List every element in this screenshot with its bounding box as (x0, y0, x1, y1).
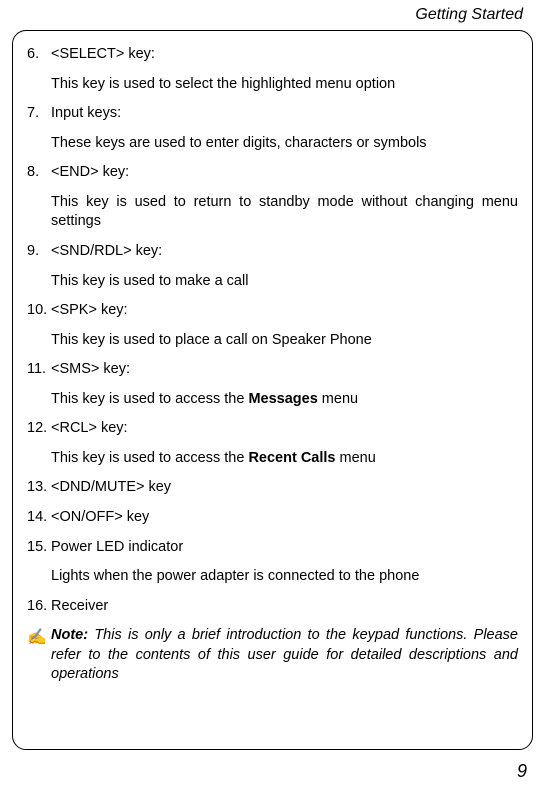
item-description: This key is used to place a call on Spea… (27, 331, 518, 351)
item-title: Power LED indicator (51, 538, 183, 558)
write-icon: ✍ (27, 626, 51, 647)
list-item: 8.<END> key: (27, 163, 518, 183)
note-label: Note: (51, 627, 88, 643)
item-number: 8. (27, 163, 51, 183)
content-frame: 6.<SELECT> key: This key is used to selec… (12, 30, 533, 750)
item-number: 16. (27, 597, 51, 617)
item-number: 15. (27, 538, 51, 558)
item-title: <ON/OFF> key (51, 508, 149, 528)
item-number: 12. (27, 419, 51, 439)
desc-post: menu (318, 391, 358, 407)
item-title: <SPK> key: (51, 301, 128, 321)
item-title: Receiver (51, 597, 108, 617)
item-number: 13. (27, 478, 51, 498)
item-description: Lights when the power adapter is connect… (27, 567, 518, 587)
desc-pre: This key is used to access the (51, 391, 248, 407)
item-title: <SND/RDL> key: (51, 242, 162, 262)
desc-bold: Messages (248, 391, 317, 407)
item-number: 9. (27, 242, 51, 262)
list-item: 12.<RCL> key: (27, 419, 518, 439)
item-title: <SELECT> key: (51, 45, 155, 65)
item-title: Input keys: (51, 104, 121, 124)
item-title: <END> key: (51, 163, 129, 183)
list-item: 15.Power LED indicator (27, 538, 518, 558)
item-title: <RCL> key: (51, 419, 128, 439)
list-item: 9.<SND/RDL> key: (27, 242, 518, 262)
item-number: 6. (27, 45, 51, 65)
desc-pre: This key is used to access the (51, 450, 248, 466)
item-description: This key is used to make a call (27, 272, 518, 292)
item-description: This key is used to access the Recent Ca… (27, 449, 518, 469)
list-item: 6.<SELECT> key: (27, 45, 518, 65)
key-list: 6.<SELECT> key: This key is used to selec… (27, 45, 518, 616)
desc-post: menu (336, 450, 376, 466)
item-title: <DND/MUTE> key (51, 478, 171, 498)
list-item: 16.Receiver (27, 597, 518, 617)
note-body: This is only a brief introduction to the… (51, 627, 518, 682)
desc-bold: Recent Calls (248, 450, 335, 466)
section-header: Getting Started (0, 0, 545, 24)
note-block: ✍ Note: This is only a brief introductio… (27, 626, 518, 685)
list-item: 11.<SMS> key: (27, 360, 518, 380)
list-item: 14.<ON/OFF> key (27, 508, 518, 528)
item-description: This key is used to return to standby mo… (27, 193, 518, 232)
list-item: 10.<SPK> key: (27, 301, 518, 321)
item-number: 7. (27, 104, 51, 124)
list-item: 7.Input keys: (27, 104, 518, 124)
item-number: 10. (27, 301, 51, 321)
note-text: Note: This is only a brief introduction … (51, 626, 518, 685)
list-item: 13.<DND/MUTE> key (27, 478, 518, 498)
item-description: These keys are used to enter digits, cha… (27, 134, 518, 154)
item-description: This key is used to access the Messages … (27, 390, 518, 410)
page-number: 9 (517, 761, 527, 782)
item-number: 11. (27, 360, 51, 380)
item-description: This key is used to select the highlight… (27, 75, 518, 95)
item-number: 14. (27, 508, 51, 528)
item-title: <SMS> key: (51, 360, 130, 380)
